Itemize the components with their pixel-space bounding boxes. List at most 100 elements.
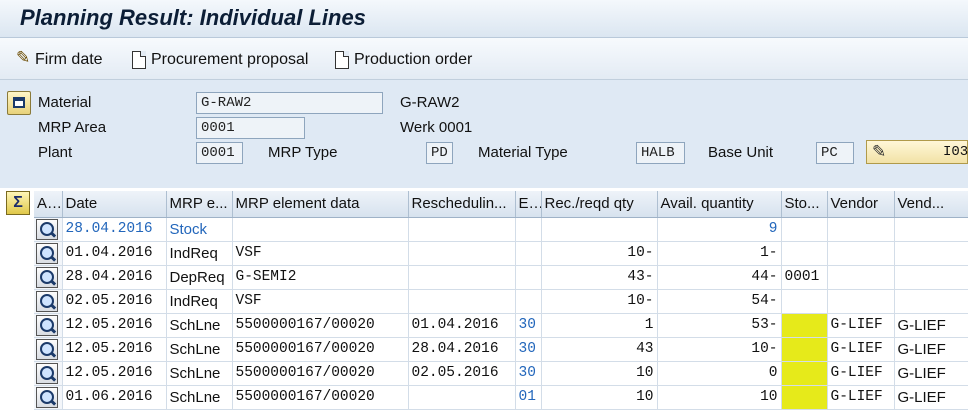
- cell-vend: [894, 217, 968, 242]
- cell-rec: 1: [541, 313, 658, 338]
- production-order-button[interactable]: Production order: [335, 49, 472, 71]
- column-header[interactable]: Date: [62, 191, 167, 218]
- magnifier-icon[interactable]: [36, 314, 58, 336]
- table-header-row: A... Date MRP e... MRP element data Reschedu…: [34, 191, 968, 218]
- material-label: Material: [38, 94, 92, 111]
- column-header[interactable]: Vend...: [894, 191, 968, 218]
- cell-date: 12.05.2016: [62, 361, 167, 386]
- cell-mrp: SchLne: [166, 337, 233, 362]
- magnifier-icon[interactable]: [36, 242, 58, 264]
- table-body: 28.04.2016 Stock 9 01.04.2016 IndReq VSF 10- 1-…: [34, 217, 968, 410]
- column-header[interactable]: Sto...: [781, 191, 828, 218]
- cell-e: [515, 241, 542, 266]
- production-order-label: Production order: [354, 51, 473, 68]
- cell-e: [515, 217, 542, 242]
- base-unit-field[interactable]: PC: [816, 142, 854, 164]
- cell-vendor: G-LIEF: [827, 313, 895, 338]
- table-row[interactable]: 02.05.2016 IndReq VSF 10- 54-: [34, 289, 968, 314]
- cell-e: 01: [515, 385, 542, 410]
- page-title: Planning Result: Individual Lines: [20, 5, 366, 30]
- cell-vendor: G-LIEF: [827, 337, 895, 362]
- cell-sto: [781, 289, 828, 314]
- status-box[interactable]: ✎ I03: [866, 140, 968, 164]
- magnifier-icon[interactable]: [36, 290, 58, 312]
- cell-data: 5500000167/00020: [232, 313, 409, 338]
- magnifier-icon[interactable]: [36, 338, 58, 360]
- firm-date-button[interactable]: Firm date: [16, 48, 103, 71]
- cell-rec: 10: [541, 361, 658, 386]
- magnifier-icon[interactable]: [36, 386, 58, 408]
- cell-sto: 0001: [781, 265, 828, 290]
- cell-resched: 02.05.2016: [408, 361, 516, 386]
- cell-vendor: G-LIEF: [827, 385, 895, 410]
- magnifier-icon[interactable]: [36, 362, 58, 384]
- cell-data: VSF: [232, 241, 409, 266]
- pencil-icon: [16, 48, 30, 69]
- table-row[interactable]: 01.06.2016 SchLne 5500000167/00020 01 10 10 G-…: [34, 385, 968, 410]
- cell-avail: 54-: [657, 289, 782, 314]
- cell-mrp: SchLne: [166, 361, 233, 386]
- window-icon: [13, 97, 25, 108]
- magnifier-icon[interactable]: [36, 266, 58, 288]
- cell-vendor: [827, 241, 895, 266]
- header-toggle-button[interactable]: [7, 91, 31, 115]
- table-row[interactable]: 12.05.2016 SchLne 5500000167/00020 28.04.20…: [34, 337, 968, 362]
- cell-avail: 10-: [657, 337, 782, 362]
- cell-sto: [781, 313, 828, 338]
- cell-mrp: Stock: [166, 217, 233, 242]
- mrp-type-label: MRP Type: [268, 144, 338, 161]
- cell-resched: [408, 385, 516, 410]
- procurement-proposal-button[interactable]: Procurement proposal: [132, 49, 308, 71]
- cell-vend: [894, 241, 968, 266]
- cell-avail: 1-: [657, 241, 782, 266]
- cell-sto: [781, 361, 828, 386]
- material-type-field[interactable]: HALB: [636, 142, 685, 164]
- column-header[interactable]: Avail. quantity: [657, 191, 782, 218]
- row-detail-cell[interactable]: [34, 337, 63, 362]
- cell-rec: 10-: [541, 289, 658, 314]
- cell-vend: G-LIEF: [894, 385, 968, 410]
- row-detail-cell[interactable]: [34, 265, 63, 290]
- sum-icon[interactable]: Σ: [6, 191, 30, 215]
- magnifier-icon[interactable]: [36, 218, 58, 240]
- cell-rec: 43-: [541, 265, 658, 290]
- column-header[interactable]: MRP e...: [166, 191, 233, 218]
- cell-avail: 0: [657, 361, 782, 386]
- cell-resched: 01.04.2016: [408, 313, 516, 338]
- status-value: I03: [943, 144, 968, 160]
- document-icon: [132, 51, 146, 69]
- cell-avail: 53-: [657, 313, 782, 338]
- column-header[interactable]: Reschedulin...: [408, 191, 516, 218]
- cell-mrp: DepReq: [166, 265, 233, 290]
- table-row[interactable]: 28.04.2016 DepReq G-SEMI2 43- 44- 0001: [34, 265, 968, 290]
- mrp-type-field[interactable]: PD: [426, 142, 453, 164]
- table-row[interactable]: 28.04.2016 Stock 9: [34, 217, 968, 242]
- column-header[interactable]: A...: [34, 191, 63, 218]
- column-header[interactable]: E...: [515, 191, 542, 218]
- row-detail-cell[interactable]: [34, 385, 63, 410]
- column-header[interactable]: Rec./reqd qty: [541, 191, 658, 218]
- row-detail-cell[interactable]: [34, 241, 63, 266]
- cell-vendor: [827, 265, 895, 290]
- row-detail-cell[interactable]: [34, 361, 63, 386]
- cell-vendor: G-LIEF: [827, 361, 895, 386]
- edit-icon: ✎: [872, 142, 887, 161]
- cell-resched: [408, 241, 516, 266]
- material-field[interactable]: G-RAW2: [196, 92, 383, 114]
- table-row[interactable]: 01.04.2016 IndReq VSF 10- 1-: [34, 241, 968, 266]
- cell-mrp: SchLne: [166, 385, 233, 410]
- column-header[interactable]: Vendor: [827, 191, 895, 218]
- row-detail-cell[interactable]: [34, 313, 63, 338]
- mrp-area-field[interactable]: 0001: [196, 117, 305, 139]
- table-row[interactable]: 12.05.2016 SchLne 5500000167/00020 02.05.20…: [34, 361, 968, 386]
- cell-mrp: SchLne: [166, 313, 233, 338]
- cell-rec: 43: [541, 337, 658, 362]
- cell-data: VSF: [232, 289, 409, 314]
- row-detail-cell[interactable]: [34, 217, 63, 242]
- plant-field[interactable]: 0001: [196, 142, 243, 164]
- column-header[interactable]: MRP element data: [232, 191, 409, 218]
- table-row[interactable]: 12.05.2016 SchLne 5500000167/00020 01.04.20…: [34, 313, 968, 338]
- row-detail-cell[interactable]: [34, 289, 63, 314]
- cell-vend: G-LIEF: [894, 313, 968, 338]
- mrp-area-label: MRP Area: [38, 119, 107, 136]
